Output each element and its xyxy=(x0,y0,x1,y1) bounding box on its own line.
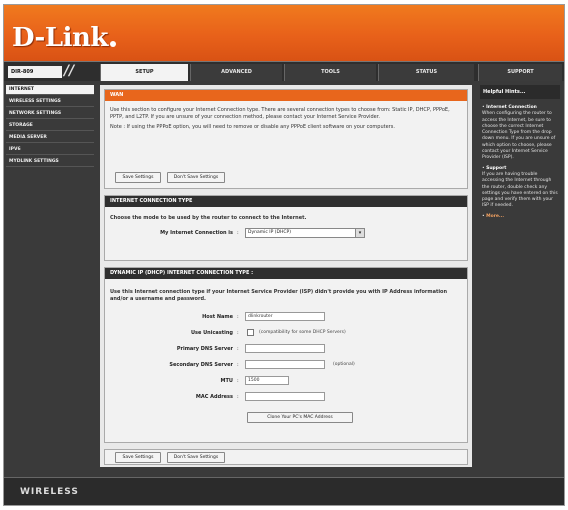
help-heading-support: Support xyxy=(486,165,507,171)
mac-address-label: MAC Address xyxy=(195,394,233,400)
sidebar-item-wireless-settings[interactable]: WIRELESS SETTINGS xyxy=(6,97,94,107)
sidebar-item-storage[interactable]: STORAGE xyxy=(6,121,94,131)
help-heading-internet-connection: Internet Connection xyxy=(486,105,537,110)
dlink-logo: D-Link xyxy=(12,23,108,53)
header-banner: D-Link xyxy=(4,5,564,61)
wan-note: Note : If using the PPPoE option, you wi… xyxy=(110,124,395,130)
sidebar-item-mydlink-settings[interactable]: MYDLINK SETTINGS xyxy=(6,157,94,167)
host-name-label: Host Name xyxy=(202,314,233,320)
secondary-dns-input[interactable] xyxy=(245,360,325,369)
connection-type-label: My Internet Connection is xyxy=(160,230,233,236)
primary-dns-input[interactable] xyxy=(245,344,325,353)
model-divider-icon: // xyxy=(64,63,75,79)
use-unicasting-label: Use Unicasting xyxy=(190,330,233,336)
unicasting-note: (compatibility for some DHCP Servers) xyxy=(259,330,346,335)
dont-save-settings-button[interactable]: Don't Save Settings xyxy=(167,172,225,183)
sidebar-item-media-server[interactable]: MEDIA SERVER xyxy=(6,133,94,143)
tab-status[interactable]: STATUS xyxy=(378,64,474,81)
label-colon: : xyxy=(237,330,239,336)
bottom-actions: Save Settings Don't Save Settings xyxy=(104,449,468,465)
sidebar: INTERNET WIRELESS SETTINGS NETWORK SETTI… xyxy=(4,83,96,473)
connection-type-title: INTERNET CONNECTION TYPE xyxy=(105,196,467,207)
wan-panel: WAN Use this section to configure your I… xyxy=(104,89,468,189)
bottom-save-settings-button[interactable]: Save Settings xyxy=(115,452,161,463)
primary-dns-label: Primary DNS Server xyxy=(176,346,233,352)
model-name: DIR-809 xyxy=(8,66,62,78)
help-title: Helpful Hints... xyxy=(480,85,560,99)
logo-dot xyxy=(110,41,116,47)
help-more-link[interactable]: More... xyxy=(486,214,504,219)
help-text-support: If you are having trouble accessing the … xyxy=(482,171,558,209)
router-admin-window: D-Link DIR-809 // SETUP ADVANCED TOOLS S… xyxy=(3,4,565,506)
tab-tools[interactable]: TOOLS xyxy=(284,64,376,81)
chevron-down-icon[interactable]: ▾ xyxy=(355,229,364,237)
label-colon: : xyxy=(237,314,239,320)
label-colon: : xyxy=(237,378,239,384)
sidebar-item-ipv6[interactable]: IPV6 xyxy=(6,145,94,155)
top-tab-bar: DIR-809 // SETUP ADVANCED TOOLS STATUS S… xyxy=(4,61,564,81)
dhcp-description: Use this Internet connection type if you… xyxy=(110,289,448,302)
host-name-input[interactable]: dlinkrouter xyxy=(245,312,325,321)
dhcp-panel: DYNAMIC IP (DHCP) INTERNET CONNECTION TY… xyxy=(104,267,468,443)
optional-note: (optional) xyxy=(333,362,355,367)
connection-type-description: Choose the mode to be used by the router… xyxy=(110,215,307,221)
label-colon: : xyxy=(237,346,239,352)
mtu-label: MTU xyxy=(220,378,233,384)
label-colon: : xyxy=(237,362,239,368)
secondary-dns-label: Secondary DNS Server xyxy=(169,362,233,368)
footer: WIRELESS xyxy=(4,477,564,505)
help-body: • Internet Connection When configuring t… xyxy=(482,105,560,220)
label-colon: : xyxy=(237,394,239,400)
clone-mac-address-button[interactable]: Clone Your PC's MAC Address xyxy=(247,412,353,423)
mac-address-input[interactable] xyxy=(245,392,325,401)
help-sidebar: Helpful Hints... • Internet Connection W… xyxy=(478,85,562,467)
tab-advanced[interactable]: ADVANCED xyxy=(190,64,282,81)
connection-type-select[interactable]: Dynamic IP (DHCP) ▾ xyxy=(245,228,365,238)
mtu-input[interactable]: 1500 xyxy=(245,376,289,385)
dhcp-title: DYNAMIC IP (DHCP) INTERNET CONNECTION TY… xyxy=(105,268,467,279)
tab-setup[interactable]: SETUP xyxy=(100,64,188,81)
sidebar-item-internet[interactable]: INTERNET xyxy=(6,85,94,95)
wan-title: WAN xyxy=(105,90,467,101)
bottom-dont-save-settings-button[interactable]: Don't Save Settings xyxy=(167,452,225,463)
help-text-internet-connection: When configuring the router to access th… xyxy=(482,111,556,161)
sidebar-item-network-settings[interactable]: NETWORK SETTINGS xyxy=(6,109,94,119)
footer-brand: WIRELESS xyxy=(20,487,79,497)
connection-type-panel: INTERNET CONNECTION TYPE Choose the mode… xyxy=(104,195,468,261)
connection-type-selected: Dynamic IP (DHCP) xyxy=(248,230,291,235)
label-colon: : xyxy=(237,230,239,236)
wan-description: Use this section to configure your Inter… xyxy=(110,107,450,120)
main-content: WAN Use this section to configure your I… xyxy=(100,85,472,467)
save-settings-button[interactable]: Save Settings xyxy=(115,172,161,183)
tab-support[interactable]: SUPPORT xyxy=(478,64,562,81)
use-unicasting-checkbox[interactable] xyxy=(247,329,254,336)
